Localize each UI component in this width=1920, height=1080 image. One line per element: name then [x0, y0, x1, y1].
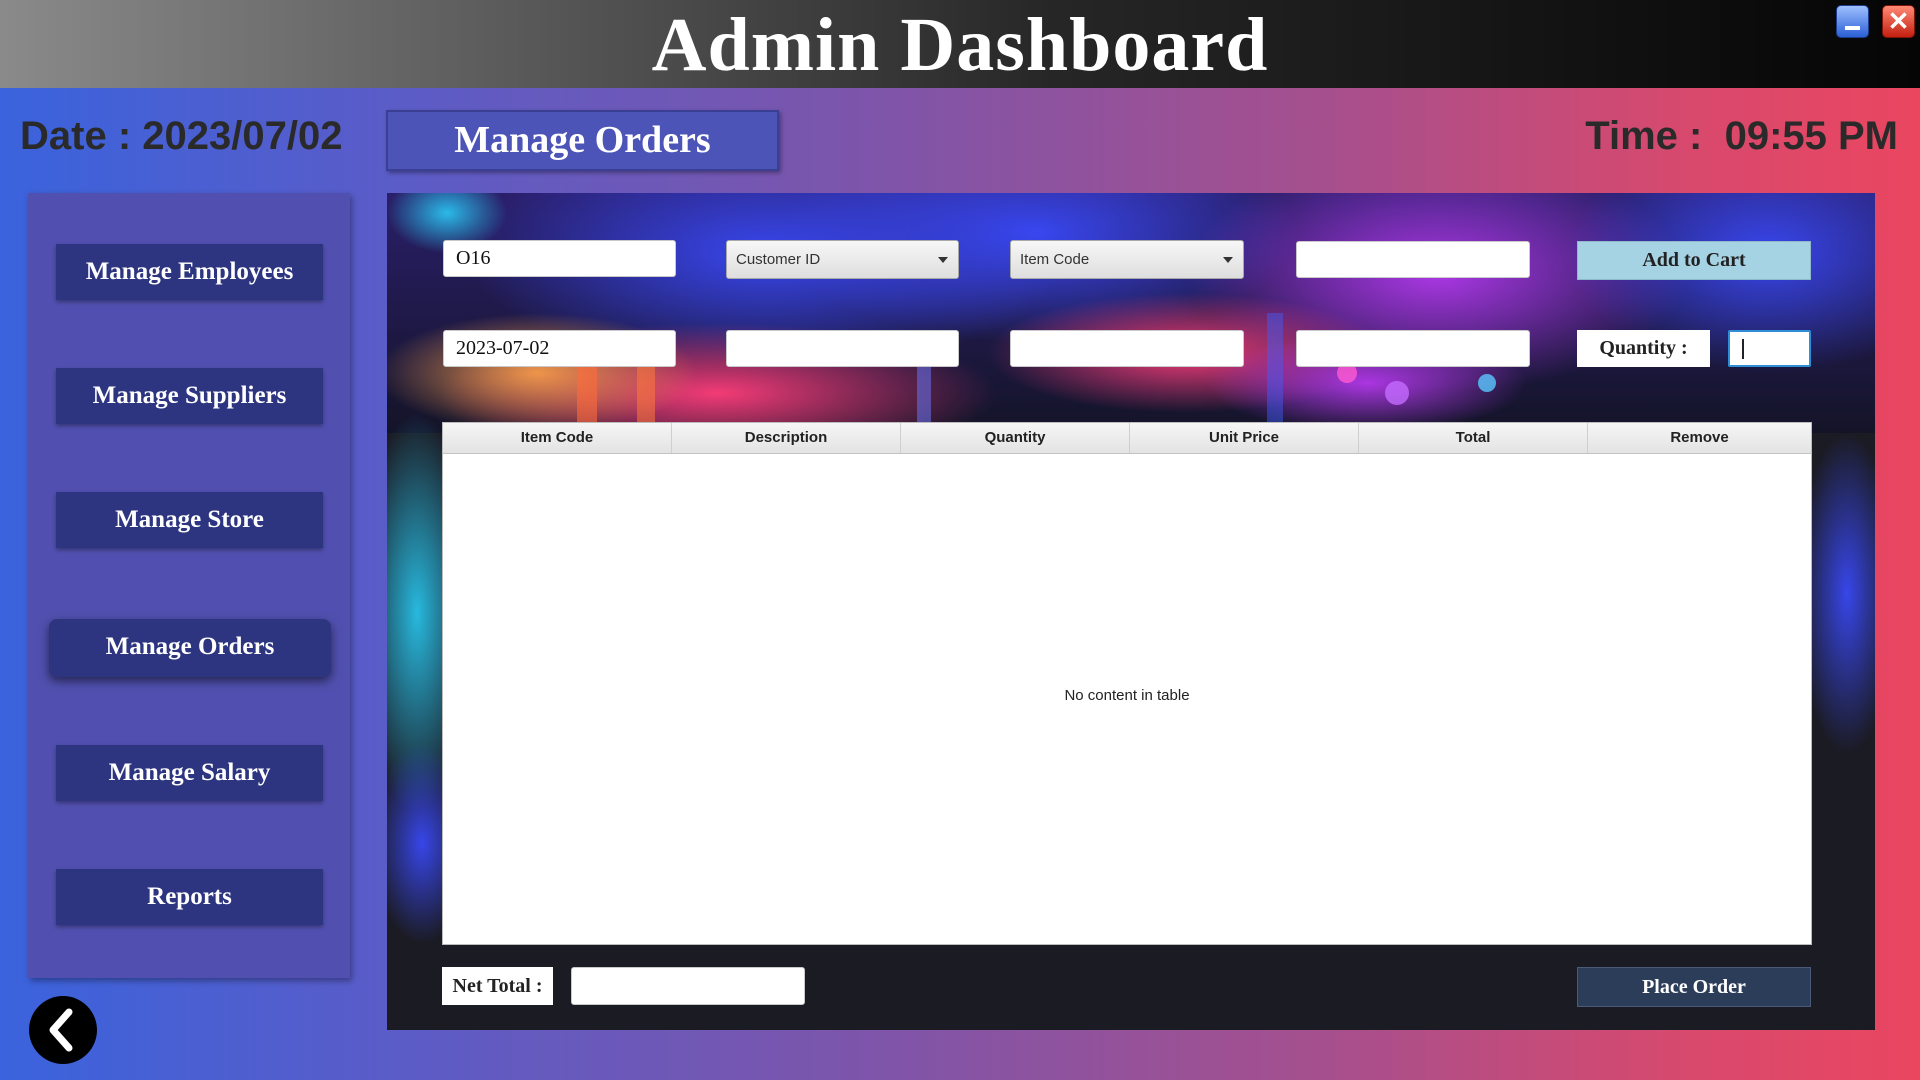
sidebar — [28, 193, 350, 978]
column-header-unit-price[interactable]: Unit Price — [1130, 423, 1359, 453]
sidebar-item-manage-employees[interactable]: Manage Employees — [56, 244, 323, 300]
column-header-item-code[interactable]: Item Code — [443, 423, 672, 453]
sidebar-item-reports[interactable]: Reports — [56, 869, 323, 925]
item-code-combo-label: Item Code — [1020, 251, 1090, 268]
column-header-total[interactable]: Total — [1359, 423, 1588, 453]
customer-id-combo-label: Customer ID — [736, 251, 821, 268]
sidebar-item-manage-salary[interactable]: Manage Salary — [56, 745, 323, 801]
order-date-field[interactable]: 2023-07-02 — [443, 330, 676, 367]
chevron-down-icon — [938, 257, 948, 263]
table-header: Item Code Description Quantity Unit Pric… — [443, 423, 1811, 454]
title-bar: Admin Dashboard ✕ — [0, 0, 1920, 88]
section-title: Manage Orders — [386, 110, 779, 171]
chevron-left-icon — [49, 1008, 73, 1052]
net-total-field[interactable] — [571, 967, 805, 1005]
sidebar-item-manage-orders[interactable]: Manage Orders — [49, 619, 331, 677]
app-title: Admin Dashboard — [651, 3, 1269, 87]
column-header-description[interactable]: Description — [672, 423, 901, 453]
place-order-button[interactable]: Place Order — [1577, 967, 1811, 1007]
add-to-cart-button[interactable]: Add to Cart — [1577, 241, 1811, 280]
quantity-label: Quantity : — [1577, 330, 1710, 367]
close-icon[interactable]: ✕ — [1882, 5, 1915, 38]
order-id-field[interactable]: O16 — [443, 240, 676, 277]
sidebar-item-manage-suppliers[interactable]: Manage Suppliers — [56, 368, 323, 424]
back-button[interactable] — [29, 996, 97, 1064]
cart-table[interactable]: Item Code Description Quantity Unit Pric… — [442, 422, 1812, 945]
minimize-icon[interactable] — [1836, 5, 1869, 38]
table-empty-message: No content in table — [1064, 687, 1190, 704]
customer-name-field[interactable] — [1296, 241, 1530, 278]
sidebar-item-manage-store[interactable]: Manage Store — [56, 492, 323, 548]
column-header-remove[interactable]: Remove — [1588, 423, 1811, 453]
column-header-quantity[interactable]: Quantity — [901, 423, 1130, 453]
chevron-down-icon — [1223, 257, 1233, 263]
time-label: Time : 09:55 PM — [1585, 114, 1898, 158]
qty-on-hand-field[interactable] — [1296, 330, 1530, 367]
net-total-label: Net Total : — [442, 967, 553, 1005]
description-field[interactable] — [726, 330, 959, 367]
date-label: Date : 2023/07/02 — [20, 114, 343, 158]
unit-price-field[interactable] — [1010, 330, 1244, 367]
customer-id-combo[interactable]: Customer ID — [726, 240, 959, 279]
item-code-combo[interactable]: Item Code — [1010, 240, 1244, 279]
quantity-input[interactable] — [1728, 330, 1811, 367]
